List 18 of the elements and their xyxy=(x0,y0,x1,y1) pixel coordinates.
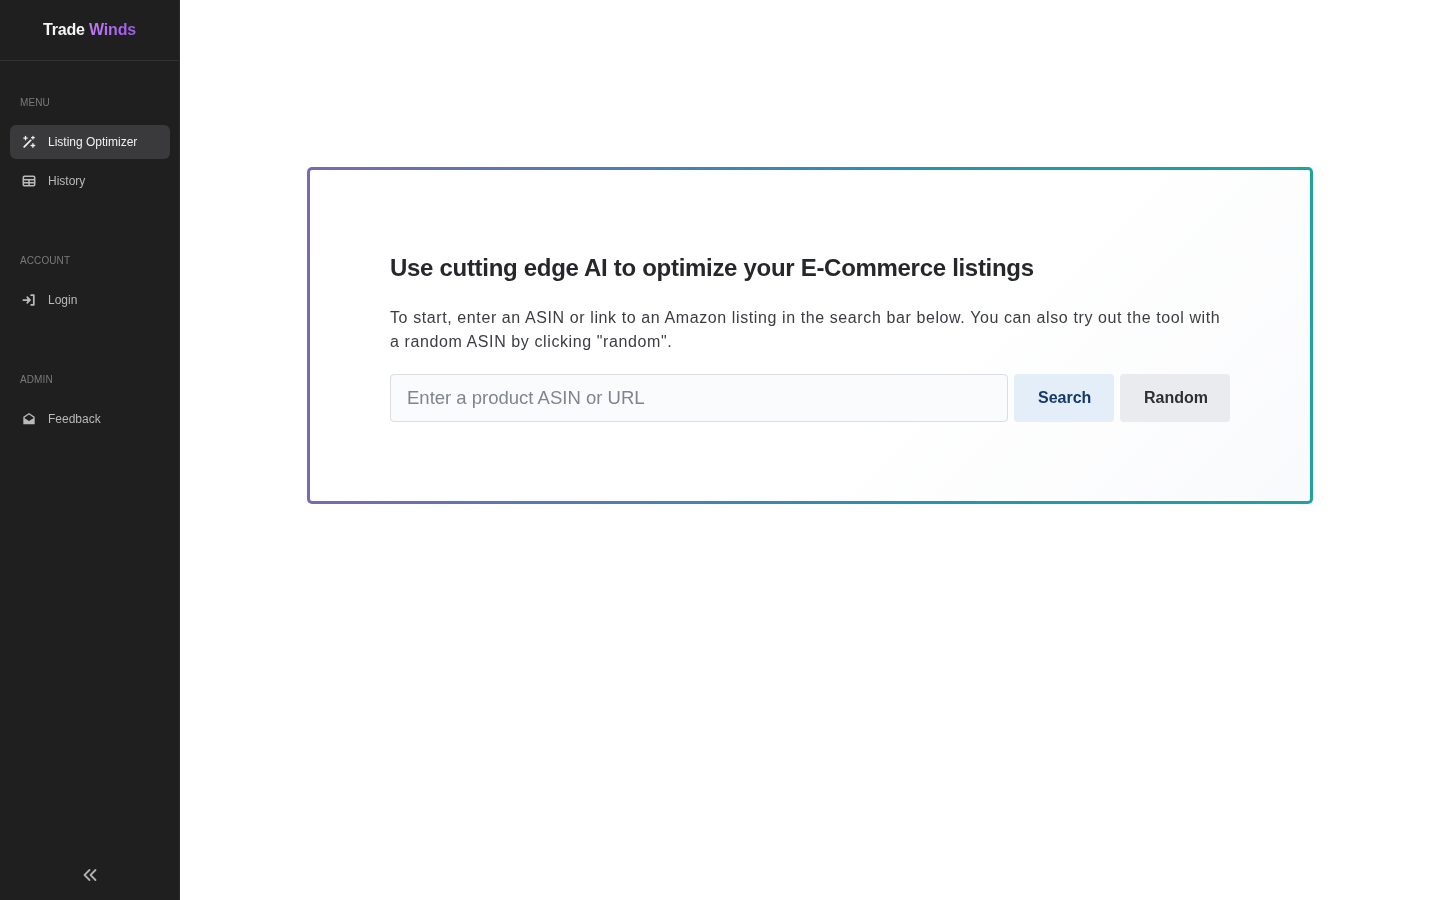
search-button[interactable]: Search xyxy=(1014,374,1114,422)
table-icon xyxy=(22,174,36,188)
section-label: MENU xyxy=(20,97,50,108)
random-button[interactable]: Random xyxy=(1120,374,1230,422)
login-icon xyxy=(22,293,36,307)
app-logo: Trade Winds xyxy=(43,21,136,39)
sidebar-item[interactable]: History xyxy=(10,164,170,198)
card-heading: Use cutting edge AI to optimize your E-Commerce listings xyxy=(390,254,1034,282)
section-label: ADMIN xyxy=(20,374,53,385)
card-description: To start, enter an ASIN or link to an Amazon listing in the search bar below. You can also try out the tool with a random ASIN by clicking "random". xyxy=(390,308,1222,352)
sidebar-item[interactable]: Feedback xyxy=(10,402,170,436)
search-field[interactable]: Enter a product ASIN or URL xyxy=(390,374,1008,422)
collapse-sidebar-icon[interactable] xyxy=(82,868,97,882)
sidebar-item[interactable]: Listing Optimizer xyxy=(10,125,170,159)
open-envelope-icon xyxy=(22,412,36,426)
sidebar-item[interactable]: Login xyxy=(10,283,170,317)
magic-wand-icon xyxy=(22,135,36,149)
section-label: ACCOUNT xyxy=(20,255,71,266)
